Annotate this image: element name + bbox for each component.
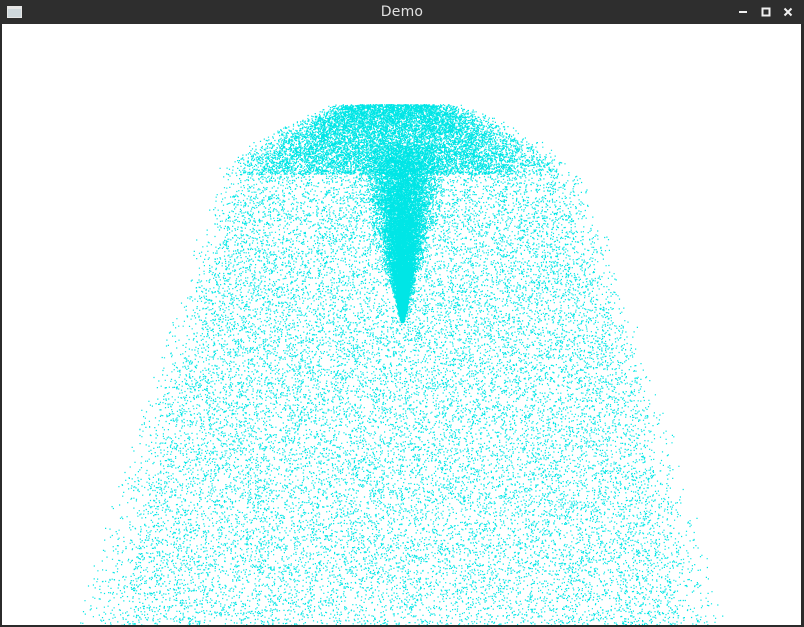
close-button[interactable]: [779, 2, 797, 22]
particle-canvas[interactable]: [2, 24, 801, 625]
window-title: Demo: [0, 0, 804, 24]
title-bar[interactable]: Demo: [0, 0, 804, 24]
canvas-area[interactable]: [2, 24, 801, 625]
minimize-button[interactable]: [734, 2, 752, 22]
particle-cloud: [80, 104, 723, 625]
close-icon: [782, 5, 794, 19]
maximize-button[interactable]: [757, 2, 775, 22]
maximize-icon: [760, 5, 772, 19]
app-window: Demo: [0, 0, 804, 627]
minimize-icon: [737, 5, 749, 19]
